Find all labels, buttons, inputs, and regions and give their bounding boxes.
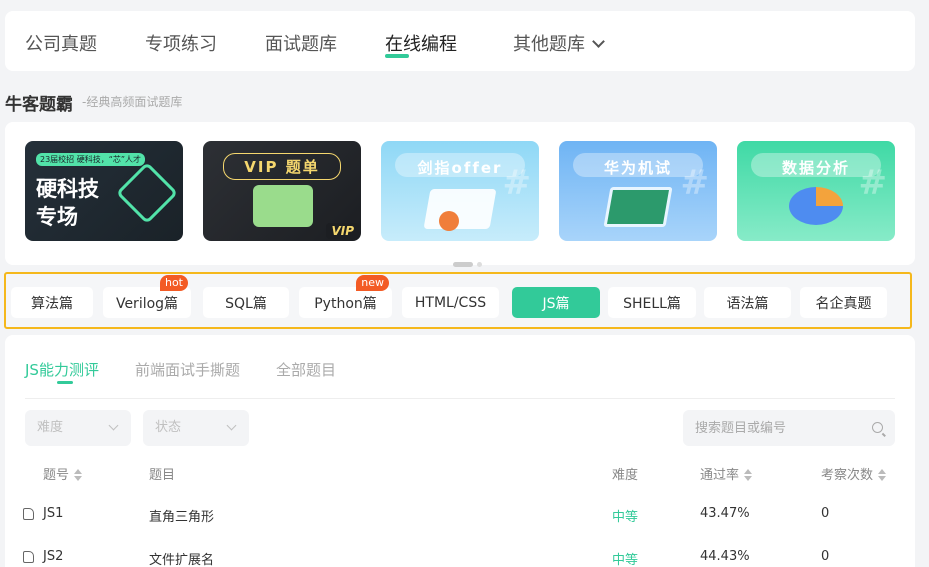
carousel-dots xyxy=(453,252,486,271)
column-header-title: 题目 xyxy=(149,468,176,483)
hash-icon: # xyxy=(680,163,710,203)
nav-other-banks-label: 其他题库 xyxy=(513,34,585,55)
tag-html-css[interactable]: HTML/CSS xyxy=(402,287,499,318)
banner-huawei[interactable]: 华为机试 # xyxy=(559,141,717,241)
status-filter[interactable]: 状态 xyxy=(143,410,249,446)
nav-company-exams[interactable]: 公司真题 xyxy=(25,30,97,56)
active-nav-indicator xyxy=(385,54,409,58)
tag-syntax[interactable]: 语法篇 xyxy=(704,287,791,318)
carousel-dot[interactable] xyxy=(477,262,482,267)
category-tag-bar: 算法篇 Verilog篇 hot SQL篇 Python篇 new HTML/C… xyxy=(4,272,912,329)
banner-hardtech-title: 硬科技 专场 xyxy=(36,175,99,231)
column-header-count[interactable]: 考察次数 xyxy=(821,464,887,483)
banner-hardtech[interactable]: 23届校招 硬科技，“芯”人才 硬科技 专场 xyxy=(25,141,183,241)
banner-vip-badge: VIP xyxy=(326,223,359,239)
hash-icon: # xyxy=(502,163,532,203)
pie-chart-icon xyxy=(789,187,843,225)
book-icon xyxy=(423,189,497,229)
chevron-down-icon xyxy=(226,420,237,431)
tag-python-label: Python篇 xyxy=(314,295,377,312)
subtab-all-problems[interactable]: 全部题目 xyxy=(276,359,336,380)
tag-verilog[interactable]: Verilog篇 hot xyxy=(103,275,191,318)
section-subtitle: -经典高频面试题库 xyxy=(82,95,183,109)
column-header-id-label: 题号 xyxy=(43,468,70,483)
row-1-pass-rate: 43.47% xyxy=(700,506,750,521)
column-header-count-label: 考察次数 xyxy=(821,468,874,483)
active-subtab-indicator xyxy=(57,381,73,384)
banner-jianzhi-offer[interactable]: 剑指offer # xyxy=(381,141,539,241)
banner-carousel: 23届校招 硬科技，“芯”人才 硬科技 专场 VIP 题单 VIP 剑指offe… xyxy=(5,122,915,267)
folder-icon xyxy=(253,185,313,227)
laptop-icon xyxy=(603,187,673,227)
row-1-title[interactable]: 直角三角形 xyxy=(149,506,214,525)
row-2-title[interactable]: 文件扩展名 xyxy=(149,549,214,567)
row-2-pass-rate: 44.43% xyxy=(700,549,750,564)
sort-icon[interactable] xyxy=(878,469,887,481)
badge-icon xyxy=(439,211,459,231)
row-1-difficulty: 中等 xyxy=(612,510,639,525)
column-header-difficulty: 难度 xyxy=(612,468,639,483)
chevron-down-icon xyxy=(108,420,119,431)
subtab-frontend-handwritten[interactable]: 前端面试手撕题 xyxy=(135,359,240,380)
tag-js[interactable]: JS篇 xyxy=(512,287,600,318)
row-1-id[interactable]: JS1 xyxy=(43,506,63,521)
row-2-id[interactable]: JS2 xyxy=(43,549,63,564)
chip-icon xyxy=(115,161,179,225)
status-filter-label: 状态 xyxy=(155,420,182,435)
column-header-id[interactable]: 题号 xyxy=(43,464,83,483)
row-2-difficulty: 中等 xyxy=(612,553,639,567)
subtab-bar: JS能力测评 前端面试手撕题 全部题目 xyxy=(25,359,895,399)
tag-verilog-label: Verilog篇 xyxy=(115,295,179,312)
banner-vip-title: VIP 题单 xyxy=(223,153,341,180)
tag-python[interactable]: Python篇 new xyxy=(299,275,392,318)
banner-data-analysis[interactable]: 数据分析 # xyxy=(737,141,895,241)
problem-list-panel: JS能力测评 前端面试手撕题 全部题目 难度 状态 题号 题目 难度 通过率 考… xyxy=(5,335,915,567)
column-header-pass-rate-label: 通过率 xyxy=(700,468,740,483)
tag-algorithm[interactable]: 算法篇 xyxy=(11,287,93,318)
row-1-count: 0 xyxy=(821,506,830,521)
difficulty-filter[interactable]: 难度 xyxy=(25,410,131,446)
search-input[interactable] xyxy=(695,410,865,446)
nav-online-coding[interactable]: 在线编程 xyxy=(385,30,457,58)
nav-other-banks[interactable]: 其他题库 xyxy=(513,30,605,56)
tag-company-exams[interactable]: 名企真题 xyxy=(800,287,887,318)
subtab-js-assessment[interactable]: JS能力测评 xyxy=(25,359,99,384)
tag-sql[interactable]: SQL篇 xyxy=(203,287,289,318)
banner-hardtech-title-line2: 专场 xyxy=(36,205,78,229)
row-2-count: 0 xyxy=(821,549,830,564)
nav-interview-bank[interactable]: 面试题库 xyxy=(265,30,337,56)
banner-hardtech-pill: 23届校招 硬科技，“芯”人才 xyxy=(36,153,146,166)
sort-icon[interactable] xyxy=(74,469,83,481)
hash-icon: # xyxy=(858,163,888,203)
banner-hardtech-title-line1: 硬科技 xyxy=(36,177,99,201)
subtab-js-assessment-label: JS能力测评 xyxy=(25,361,99,379)
hot-badge: hot xyxy=(159,275,188,291)
nav-online-coding-label: 在线编程 xyxy=(385,34,457,55)
difficulty-filter-label: 难度 xyxy=(37,420,64,435)
top-nav: 公司真题 专项练习 面试题库 在线编程 其他题库 xyxy=(5,11,915,71)
chevron-down-icon xyxy=(592,35,605,48)
new-badge: new xyxy=(356,275,389,291)
problem-file-icon xyxy=(23,508,34,520)
sort-icon[interactable] xyxy=(744,469,753,481)
banner-vip[interactable]: VIP 题单 VIP xyxy=(203,141,361,241)
problem-file-icon xyxy=(23,551,34,563)
tag-shell[interactable]: SHELL篇 xyxy=(608,287,696,318)
search-icon[interactable] xyxy=(872,422,883,433)
search-box xyxy=(683,410,895,446)
section-title: 牛客题霸 xyxy=(5,95,73,115)
carousel-dot-active[interactable] xyxy=(453,262,473,267)
nav-topic-practice[interactable]: 专项练习 xyxy=(145,30,217,56)
column-header-pass-rate[interactable]: 通过率 xyxy=(700,464,753,483)
